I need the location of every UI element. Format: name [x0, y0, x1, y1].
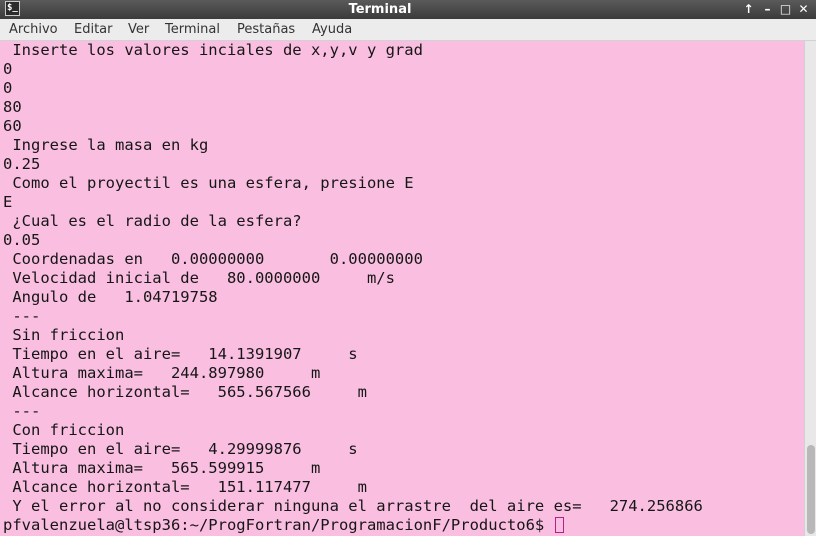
terminal-line: Tiempo en el aire= 4.29999876 s: [3, 440, 358, 458]
terminal-line: Tiempo en el aire= 14.1391907 s: [3, 345, 358, 363]
vertical-scrollbar[interactable]: [804, 41, 816, 536]
menu-ver[interactable]: Ver: [128, 19, 149, 40]
terminal-line: 0.25: [3, 155, 41, 173]
terminal-line: ¿Cual es el radio de la esfera?: [3, 212, 302, 230]
menu-archivo[interactable]: Archivo: [9, 19, 58, 40]
terminal-line: Inserte los valores inciales de x,y,v y …: [3, 41, 423, 59]
terminal-window: $_ Terminal ↑ – □ ✕ Archivo Editar Ver T…: [0, 0, 816, 536]
terminal-line: Angulo de 1.04719758: [3, 288, 218, 306]
terminal-line: Alcance horizontal= 565.567566 m: [3, 383, 367, 401]
menu-ayuda[interactable]: Ayuda: [312, 19, 352, 40]
terminal-line: Velocidad inicial de 80.0000000 m/s: [3, 269, 395, 287]
terminal-line: ---: [3, 307, 41, 325]
terminal-line: Coordenadas en 0.00000000 0.00000000: [3, 250, 423, 268]
terminal-line: Como el proyectil es una esfera, presion…: [3, 174, 414, 192]
menu-editar[interactable]: Editar: [74, 19, 113, 40]
menu-terminal[interactable]: Terminal: [165, 19, 220, 40]
menu-pestanas[interactable]: Pestañas: [237, 19, 295, 40]
title-bar[interactable]: $_ Terminal ↑ – □ ✕: [0, 0, 816, 19]
terminal-line: Alcance horizontal= 151.117477 m: [3, 478, 367, 496]
terminal-line: Ingrese la masa en kg: [3, 136, 209, 154]
terminal-line: 0.05: [3, 231, 41, 249]
terminal-line: Con friccion: [3, 421, 125, 439]
terminal-output[interactable]: Inserte los valores inciales de x,y,v y …: [0, 41, 804, 536]
minimize-icon[interactable]: –: [759, 0, 776, 19]
up-arrow-icon[interactable]: ↑: [740, 0, 757, 19]
text-cursor: [554, 517, 564, 533]
scrollbar-thumb[interactable]: [807, 445, 815, 534]
terminal-line: E: [3, 193, 13, 211]
menu-bar: Archivo Editar Ver Terminal Pestañas Ayu…: [0, 19, 816, 41]
window-title: Terminal: [348, 2, 412, 17]
prompt-line[interactable]: pfvalenzuela@ltsp36:~/ProgFortran/Progra…: [3, 516, 564, 535]
shell-prompt: pfvalenzuela@ltsp36:~/ProgFortran/Progra…: [3, 516, 554, 534]
close-icon[interactable]: ✕: [795, 0, 812, 19]
terminal-line: Sin friccion: [3, 326, 125, 344]
terminal-line: 0: [3, 60, 13, 78]
terminal-line: Altura maxima= 565.599915 m: [3, 459, 321, 477]
terminal-line: Altura maxima= 244.897980 m: [3, 364, 321, 382]
terminal-line: 80: [3, 98, 22, 116]
maximize-icon[interactable]: □: [777, 0, 794, 19]
terminal-line: 0: [3, 79, 13, 97]
terminal-line: Y el error al no considerar ninguna el a…: [3, 497, 703, 515]
terminal-line: ---: [3, 402, 41, 420]
terminal-line: 60: [3, 117, 22, 135]
